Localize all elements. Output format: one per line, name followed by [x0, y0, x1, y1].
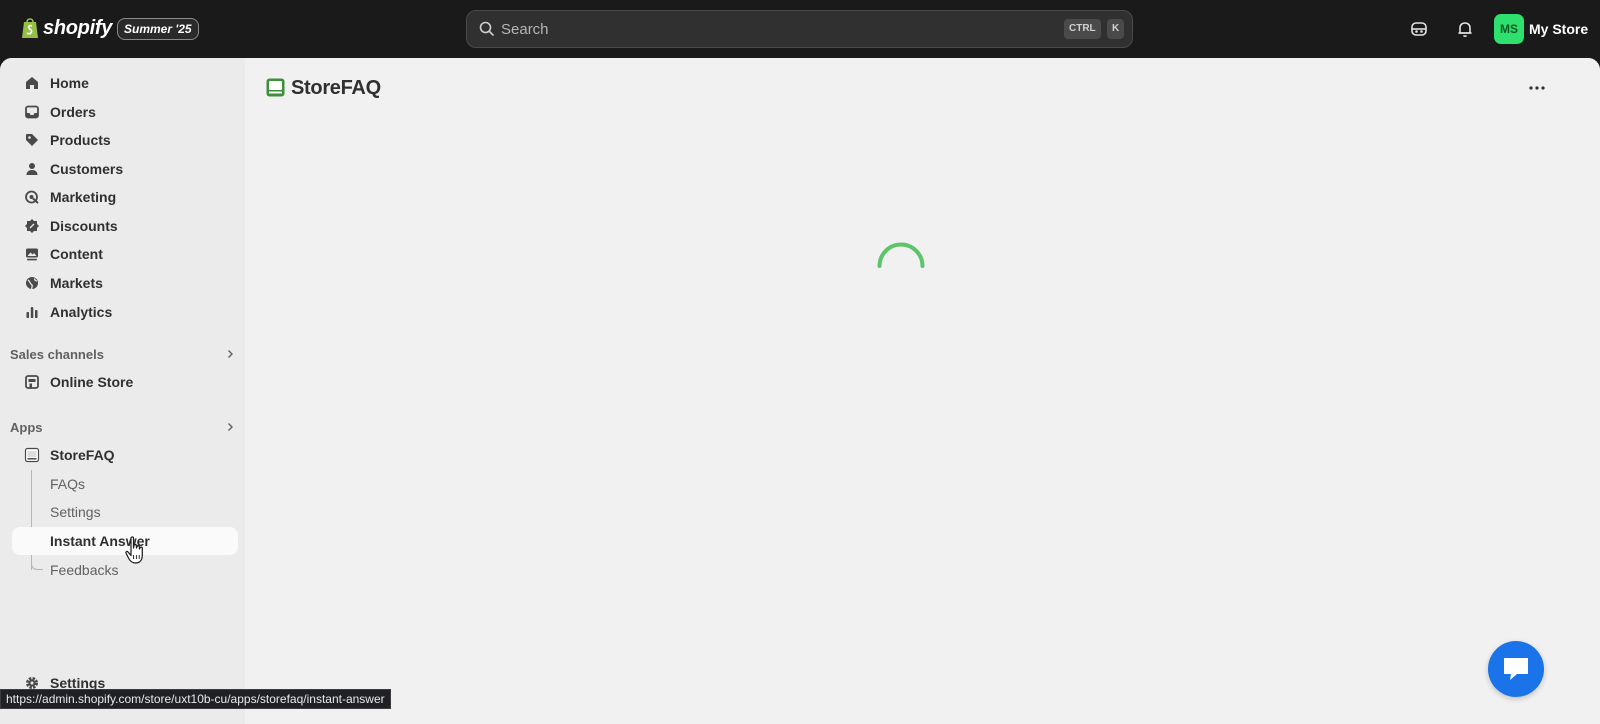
chat-support-button[interactable] — [1488, 641, 1544, 697]
store-icon — [24, 374, 40, 390]
more-actions-button[interactable] — [1525, 78, 1549, 98]
bell-icon — [1458, 22, 1472, 37]
apps-header[interactable]: Apps — [10, 417, 236, 437]
sidebar-item-analytics[interactable]: Analytics — [12, 298, 238, 326]
sidebar-item-storefaq[interactable]: StoreFAQ — [12, 441, 238, 469]
sidebar-subitem-faqs[interactable]: FAQs — [12, 470, 238, 498]
link-status-url: https://admin.shopify.com/store/uxt10b-c… — [0, 689, 391, 709]
image-icon — [24, 246, 40, 262]
search-input[interactable] — [501, 11, 1021, 47]
sidekick-icon — [1411, 22, 1427, 36]
globe-icon — [24, 275, 40, 291]
subitem-label: Settings — [50, 504, 101, 520]
sidebar-item-home[interactable]: Home — [12, 69, 238, 97]
shortcut-key-k: K — [1107, 19, 1125, 39]
sidebar: Home Orders Products Customers Marketing… — [0, 58, 245, 724]
sidebar-subitem-settings[interactable]: Settings — [12, 498, 238, 526]
section-label: Apps — [10, 419, 43, 435]
store-name: My Store — [1529, 21, 1589, 37]
discount-icon — [24, 218, 40, 234]
chat-icon — [1504, 658, 1528, 680]
person-icon — [24, 161, 40, 177]
edition-badge[interactable]: Summer '25 — [117, 18, 199, 40]
chevron-right-icon — [228, 423, 233, 431]
sidebar-item-label: Home — [50, 75, 89, 91]
sidebar-item-label: Customers — [50, 161, 124, 177]
sidebar-item-label: Content — [50, 246, 103, 262]
subitem-label: Feedbacks — [50, 562, 119, 578]
shopify-logo[interactable]: shopify — [20, 16, 112, 40]
sidebar-item-orders[interactable]: Orders — [12, 98, 238, 126]
store-menu-button[interactable]: MS My Store — [1494, 14, 1588, 44]
inbox-icon — [24, 104, 40, 120]
shopify-bag-icon — [22, 18, 38, 38]
shortcut-key-ctrl: CTRL — [1064, 19, 1101, 39]
app-title: StoreFAQ — [291, 77, 381, 99]
search-icon — [479, 21, 494, 36]
store-avatar: MS — [1494, 14, 1524, 44]
sidebar-item-label: Products — [50, 132, 111, 148]
sidebar-item-label: Marketing — [50, 189, 117, 205]
brand-name: shopify — [43, 16, 113, 39]
sidebar-item-products[interactable]: Products — [12, 126, 238, 154]
sidebar-item-label: Discounts — [50, 218, 118, 234]
search-bar[interactable]: CTRL K — [466, 10, 1133, 48]
sidebar-item-marketing[interactable]: Marketing — [12, 183, 238, 211]
sidekick-button[interactable] — [1408, 18, 1430, 40]
target-icon — [24, 189, 40, 205]
chevron-right-icon — [228, 350, 233, 358]
bar-chart-icon — [24, 304, 40, 320]
subitem-label: FAQs — [50, 476, 86, 492]
sidebar-item-discounts[interactable]: Discounts — [12, 212, 238, 240]
storefaq-app-icon — [266, 78, 285, 97]
sidebar-item-label: Analytics — [50, 304, 113, 320]
sidebar-item-label: Markets — [50, 275, 103, 291]
sidebar-item-customers[interactable]: Customers — [12, 155, 238, 183]
sidebar-item-content[interactable]: Content — [12, 240, 238, 268]
main-content: StoreFAQ — [245, 58, 1600, 724]
hand-pointer-cursor-icon — [125, 536, 143, 564]
top-bar: shopify Summer '25 CTRL K MS My Store — [0, 0, 1600, 58]
admin-frame: Home Orders Products Customers Marketing… — [0, 58, 1600, 724]
more-horizontal-icon — [1529, 86, 1545, 90]
section-label: Sales channels — [10, 346, 104, 362]
sidebar-item-label: Online Store — [50, 374, 134, 390]
sidebar-item-markets[interactable]: Markets — [12, 269, 238, 297]
sidebar-item-label: StoreFAQ — [50, 447, 115, 463]
home-icon — [24, 75, 40, 91]
app-header: StoreFAQ — [245, 58, 1600, 116]
faq-icon — [24, 447, 40, 463]
sidebar-item-online-store[interactable]: Online Store — [12, 368, 238, 396]
loading-spinner — [877, 242, 925, 268]
tag-icon — [24, 132, 40, 148]
notifications-button[interactable] — [1454, 18, 1476, 40]
sidebar-item-label: Orders — [50, 104, 96, 120]
sales-channels-header[interactable]: Sales channels — [10, 344, 236, 364]
